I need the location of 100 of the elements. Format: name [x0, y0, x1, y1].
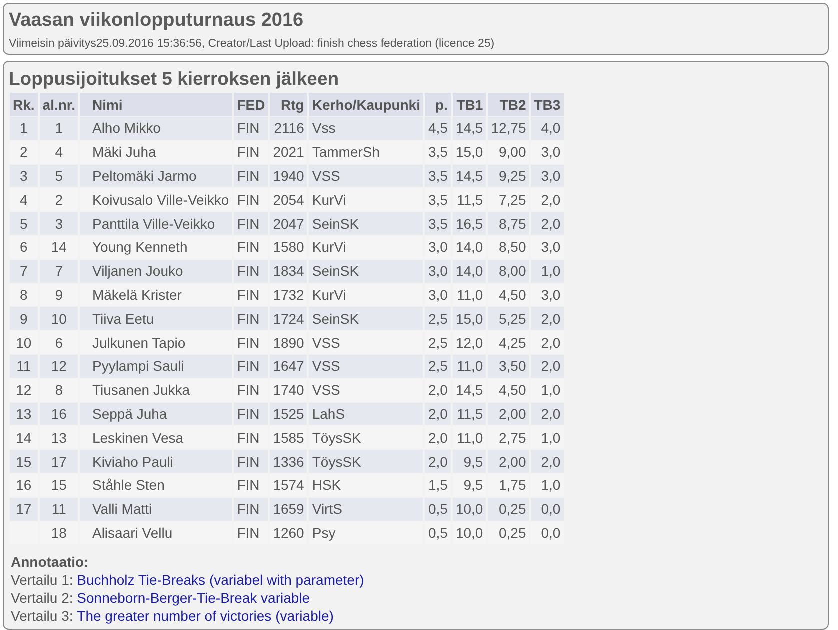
table-cell: 17 — [40, 450, 78, 473]
table-cell: 15,0 — [452, 307, 486, 330]
table-cell: 2,0 — [425, 402, 451, 426]
table-cell: 3,0 — [425, 260, 451, 283]
table-cell: LahS — [309, 402, 424, 426]
table-cell: 2116 — [270, 117, 308, 140]
table-cell: 0,25 — [488, 498, 530, 521]
standings-title: Loppusijoitukset 5 kierroksen jälkeen — [9, 68, 340, 90]
table-cell: 2,0 — [531, 307, 564, 330]
table-cell: 0,5 — [425, 498, 451, 521]
table-cell: Viljanen Jouko — [80, 260, 232, 283]
table-cell: 2,0 — [531, 450, 564, 473]
table-cell: 2,0 — [531, 402, 564, 426]
table-cell: 1 — [40, 117, 78, 140]
table-cell: 12,75 — [488, 117, 530, 140]
table-cell: FIN — [234, 212, 268, 235]
table-cell: 11,5 — [452, 402, 486, 426]
table-cell: 1940 — [270, 164, 308, 188]
table-cell: 16,5 — [452, 212, 486, 235]
table-cell: 7 — [10, 260, 38, 283]
column-header: FED — [234, 93, 268, 116]
column-header: TB1 — [452, 93, 486, 116]
table-cell: Tiiva Eetu — [80, 307, 232, 330]
table-cell: 2,00 — [488, 450, 530, 473]
table-cell: 14,0 — [452, 260, 486, 283]
table-cell: Valli Matti — [80, 498, 232, 521]
table-cell: FIN — [234, 354, 268, 378]
tie-break-label: Vertailu 3: — [11, 608, 74, 624]
table-cell: 0,0 — [531, 498, 564, 521]
table-cell: 15 — [10, 450, 38, 473]
table-cell: 2,5 — [425, 354, 451, 378]
table-cell: 3,5 — [425, 212, 451, 235]
table-cell: FIN — [234, 117, 268, 140]
table-cell: 4,0 — [531, 117, 564, 140]
column-header: TB2 — [488, 93, 530, 116]
table-cell: 14,5 — [452, 164, 486, 188]
table-cell: 9 — [10, 307, 38, 330]
table-cell: VSS — [309, 354, 424, 378]
tie-break-label: Vertailu 1: — [11, 572, 74, 588]
table-cell: VirtS — [309, 498, 424, 521]
table-cell: 7 — [40, 260, 78, 283]
table-cell: 1,0 — [531, 260, 564, 283]
annotation-title: Annotaatio: — [11, 553, 90, 572]
table-cell: 2,00 — [488, 402, 530, 426]
column-header: Kerho/Kaupunki — [309, 93, 424, 116]
table-cell: Peltomäki Jarmo — [80, 164, 232, 188]
column-header: Rk. — [10, 93, 38, 116]
table-cell: 1336 — [270, 450, 308, 473]
table-cell: 3,5 — [425, 164, 451, 188]
tie-break-link[interactable]: Sonneborn-Berger-Tie-Break variable — [77, 590, 310, 606]
table-cell: Vss — [309, 117, 424, 140]
table-cell: FIN — [234, 450, 268, 473]
table-cell: 13 — [10, 402, 38, 426]
table-cell: 8,75 — [488, 212, 530, 235]
table-cell: SeinSK — [309, 260, 424, 283]
table-cell: Kiviaho Pauli — [80, 450, 232, 473]
table-cell: 1 — [10, 117, 38, 140]
table-cell: SeinSK — [309, 212, 424, 235]
table-cell: Seppä Juha — [80, 402, 232, 426]
table-cell: 5,25 — [488, 307, 530, 330]
column-header: Nimi — [80, 93, 232, 116]
tournament-title: Vaasan viikonlopputurnaus 2016 — [9, 10, 305, 32]
column-header: Rtg — [270, 93, 308, 116]
table-cell: 1525 — [270, 402, 308, 426]
table-cell: 1647 — [270, 354, 308, 378]
table-cell: Panttila Ville-Veikko — [80, 212, 232, 235]
table-cell: TöysSK — [309, 450, 424, 473]
table-cell: 1834 — [270, 260, 308, 283]
table-cell: FIN — [234, 260, 268, 283]
table-cell: SeinSK — [309, 307, 424, 330]
table-cell: 17 — [10, 498, 38, 521]
table-cell: 10,0 — [452, 498, 486, 521]
table-cell: 9,25 — [488, 164, 530, 188]
table-cell: 8,00 — [488, 260, 530, 283]
table-cell: VSS — [309, 164, 424, 188]
table-cell: 2,0 — [531, 212, 564, 235]
table-cell: 12 — [40, 354, 78, 378]
table-cell: 3 — [40, 212, 78, 235]
tie-break-label: Vertailu 2: — [11, 590, 74, 606]
table-cell: FIN — [234, 307, 268, 330]
column-header: p. — [425, 93, 451, 116]
table-cell: 2,5 — [425, 307, 451, 330]
column-header: TB3 — [531, 93, 564, 116]
table-cell: FIN — [234, 498, 268, 521]
table-cell: 3,50 — [488, 354, 530, 378]
table-cell: 9,5 — [452, 450, 486, 473]
table-cell: 2,0 — [425, 450, 451, 473]
table-cell: 5 — [40, 164, 78, 188]
table-cell: 10 — [40, 307, 78, 330]
update-info: Viimeisin päivitys25.09.2016 15:36:56, Creator/Last Upload: finish chess federation (licence 25) — [9, 38, 496, 50]
table-cell: FIN — [234, 164, 268, 188]
table-cell: 2,0 — [531, 354, 564, 378]
table-cell: 4,5 — [425, 117, 451, 140]
table-cell: 11,0 — [452, 354, 486, 378]
table-cell: 3,0 — [531, 164, 564, 188]
table-cell: 14,5 — [452, 117, 486, 140]
tie-break-link[interactable]: The greater number of victories (variable) — [77, 608, 334, 624]
table-cell: 2047 — [270, 212, 308, 235]
tie-break-link[interactable]: Buchholz Tie-Breaks (variabel with parameter) — [77, 572, 364, 588]
table-cell: 3 — [10, 164, 38, 188]
